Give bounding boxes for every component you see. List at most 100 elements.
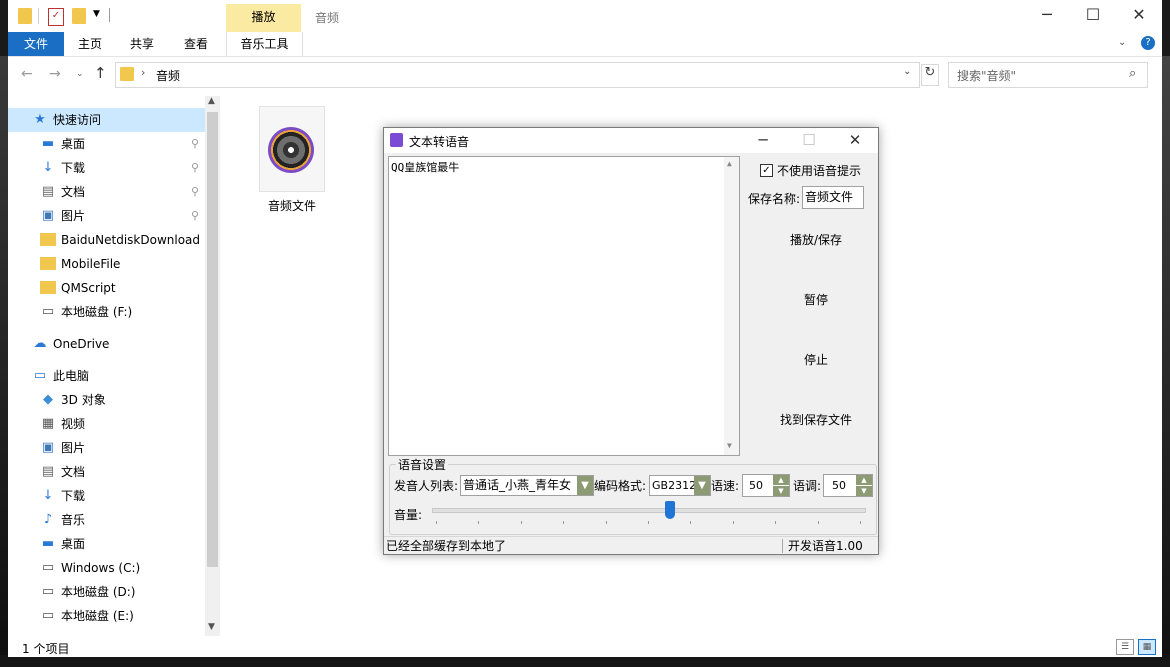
- window-title: 音频: [315, 11, 340, 25]
- scroll-up-icon[interactable]: ▲: [208, 96, 215, 106]
- nav-item[interactable]: ☁ OneDrive: [8, 332, 208, 356]
- tab-home[interactable]: 主页: [70, 32, 110, 56]
- search-icon[interactable]: ⌕: [1129, 66, 1136, 81]
- speech-text-input[interactable]: QQ皇族馆最牛 ▲ ▼: [388, 156, 740, 456]
- address-dropdown-icon[interactable]: ⌄: [903, 66, 911, 77]
- pitch-label: 语调:: [793, 479, 822, 493]
- nav-item[interactable]: ▣ 图片 ⚲: [8, 204, 208, 228]
- spin-down-icon[interactable]: ▼: [773, 486, 789, 496]
- text-scrollbar[interactable]: ▲ ▼: [724, 157, 739, 455]
- spin-up-icon[interactable]: ▲: [856, 475, 872, 485]
- maximize-icon[interactable]: ☐: [1070, 0, 1116, 30]
- picture-icon: ▣: [41, 208, 55, 223]
- no-voice-prompt-label: 不使用语音提示: [777, 164, 862, 178]
- scroll-up-icon[interactable]: ▲: [727, 159, 732, 168]
- tab-view[interactable]: 查看: [176, 32, 216, 56]
- download-arrow-icon: ↓: [42, 160, 54, 175]
- close-icon[interactable]: ✕: [1116, 0, 1162, 30]
- slider-tick: [605, 521, 607, 524]
- nav-item-label: 音乐: [61, 513, 86, 527]
- drive-icon: ▭: [41, 608, 55, 623]
- nav-item[interactable]: ▤ 文档 ⚲: [8, 180, 208, 204]
- audio-file-icon[interactable]: [259, 106, 325, 192]
- up-icon[interactable]: ↑: [94, 64, 107, 82]
- nav-item[interactable]: ↓ 下载: [8, 484, 208, 508]
- cube-icon: ◆: [43, 392, 53, 407]
- nav-item[interactable]: MobileFile: [8, 252, 208, 276]
- spin-up-icon[interactable]: ▲: [773, 475, 789, 485]
- search-placeholder: 搜索"音频": [957, 69, 1017, 83]
- chevron-down-icon[interactable]: ▼: [577, 476, 593, 495]
- minimize-icon[interactable]: ─: [1024, 0, 1070, 30]
- scrollbar-thumb[interactable]: [207, 112, 218, 567]
- tab-share[interactable]: 共享: [122, 32, 162, 56]
- refresh-icon[interactable]: ↻: [921, 64, 939, 86]
- slider-tick: [648, 521, 649, 524]
- forward-icon[interactable]: →: [49, 66, 61, 82]
- nav-item[interactable]: ★ 快速访问: [8, 108, 208, 132]
- nav-item-label: OneDrive: [53, 337, 110, 351]
- context-tab-play[interactable]: 播放: [226, 4, 301, 32]
- scroll-down-icon[interactable]: ▼: [208, 622, 215, 632]
- search-input[interactable]: 搜索"音频" ⌕: [948, 62, 1148, 88]
- no-voice-prompt-checkbox[interactable]: ✓: [760, 164, 773, 177]
- nav-item[interactable]: ↓ 下载 ⚲: [8, 156, 208, 180]
- breadcrumb-chevron-icon: ›: [141, 66, 146, 79]
- nav-item-label: MobileFile: [61, 257, 121, 271]
- help-icon[interactable]: ?: [1141, 36, 1155, 50]
- encoding-select[interactable]: GB2312 ▼: [649, 475, 711, 496]
- save-name-input[interactable]: 音频文件: [802, 186, 864, 209]
- breadcrumb-current[interactable]: 音频: [156, 67, 180, 84]
- nav-item[interactable]: ▭ 此电脑: [8, 364, 208, 388]
- nav-item[interactable]: ▭ Windows (C:): [8, 556, 208, 580]
- nav-item[interactable]: ◆ 3D 对象: [8, 388, 208, 412]
- speaker-select[interactable]: 普通话_小燕_青年女 ▼: [460, 475, 594, 496]
- nav-item[interactable]: ▦ 视频: [8, 412, 208, 436]
- speed-spinner[interactable]: 50 ▲ ▼: [742, 474, 790, 497]
- volume-slider-track[interactable]: [432, 508, 866, 513]
- speech-text-content: QQ皇族馆最牛: [391, 161, 460, 174]
- file-name[interactable]: 音频文件: [258, 197, 326, 214]
- close-icon[interactable]: ✕: [832, 128, 878, 153]
- find-saved-file-button[interactable]: 找到保存文件: [764, 408, 868, 432]
- volume-slider-thumb[interactable]: [664, 501, 675, 519]
- nav-item[interactable]: ▭ 本地磁盘 (E:): [8, 604, 208, 628]
- large-icons-view-icon[interactable]: ▦: [1138, 639, 1156, 655]
- nav-item[interactable]: ♪ 音乐: [8, 508, 208, 532]
- nav-item-label: 此电脑: [53, 369, 90, 383]
- spin-down-icon[interactable]: ▼: [856, 486, 872, 496]
- desktop-icon: ▬: [41, 536, 55, 551]
- chevron-down-icon[interactable]: ▼: [694, 476, 710, 495]
- separator: [109, 8, 110, 22]
- nav-item-label: 桌面: [61, 537, 86, 551]
- nav-item[interactable]: ▬ 桌面 ⚲: [8, 132, 208, 156]
- nav-item[interactable]: ▤ 文档: [8, 460, 208, 484]
- pin-icon: ⚲: [191, 185, 200, 198]
- video-icon: ▦: [41, 416, 55, 431]
- minimize-icon[interactable]: ─: [740, 128, 786, 153]
- ribbon-expand-icon[interactable]: ⌄: [1118, 37, 1126, 48]
- folder-icon: [40, 257, 56, 270]
- pitch-spinner[interactable]: 50 ▲ ▼: [823, 474, 873, 497]
- nav-scrollbar[interactable]: ▲ ▼: [205, 96, 220, 636]
- address-bar[interactable]: › 音频 ⌄: [115, 62, 920, 88]
- customize-quick-access-icon[interactable]: ▼: [93, 9, 100, 19]
- tab-music-tools[interactable]: 音乐工具: [226, 32, 303, 56]
- nav-item[interactable]: ▬ 桌面: [8, 532, 208, 556]
- stop-button[interactable]: 停止: [764, 348, 868, 372]
- nav-item[interactable]: BaiduNetdiskDownload: [8, 228, 208, 252]
- nav-item[interactable]: QMScript: [8, 276, 208, 300]
- details-view-icon[interactable]: ☰: [1116, 639, 1134, 655]
- play-save-button[interactable]: 播放/保存: [764, 228, 868, 252]
- tab-file[interactable]: 文件: [8, 32, 64, 56]
- save-name-value: 音频文件: [805, 190, 854, 204]
- pause-button[interactable]: 暂停: [764, 288, 868, 312]
- nav-item[interactable]: ▭ 本地磁盘 (F:): [8, 300, 208, 324]
- back-icon[interactable]: ←: [21, 66, 33, 82]
- scroll-down-icon[interactable]: ▼: [727, 441, 732, 450]
- nav-item[interactable]: ▭ 本地磁盘 (D:): [8, 580, 208, 604]
- recent-locations-icon[interactable]: ⌄: [76, 69, 84, 79]
- new-folder-icon[interactable]: [72, 8, 86, 24]
- nav-item[interactable]: ▣ 图片: [8, 436, 208, 460]
- properties-icon[interactable]: ✓: [48, 8, 64, 26]
